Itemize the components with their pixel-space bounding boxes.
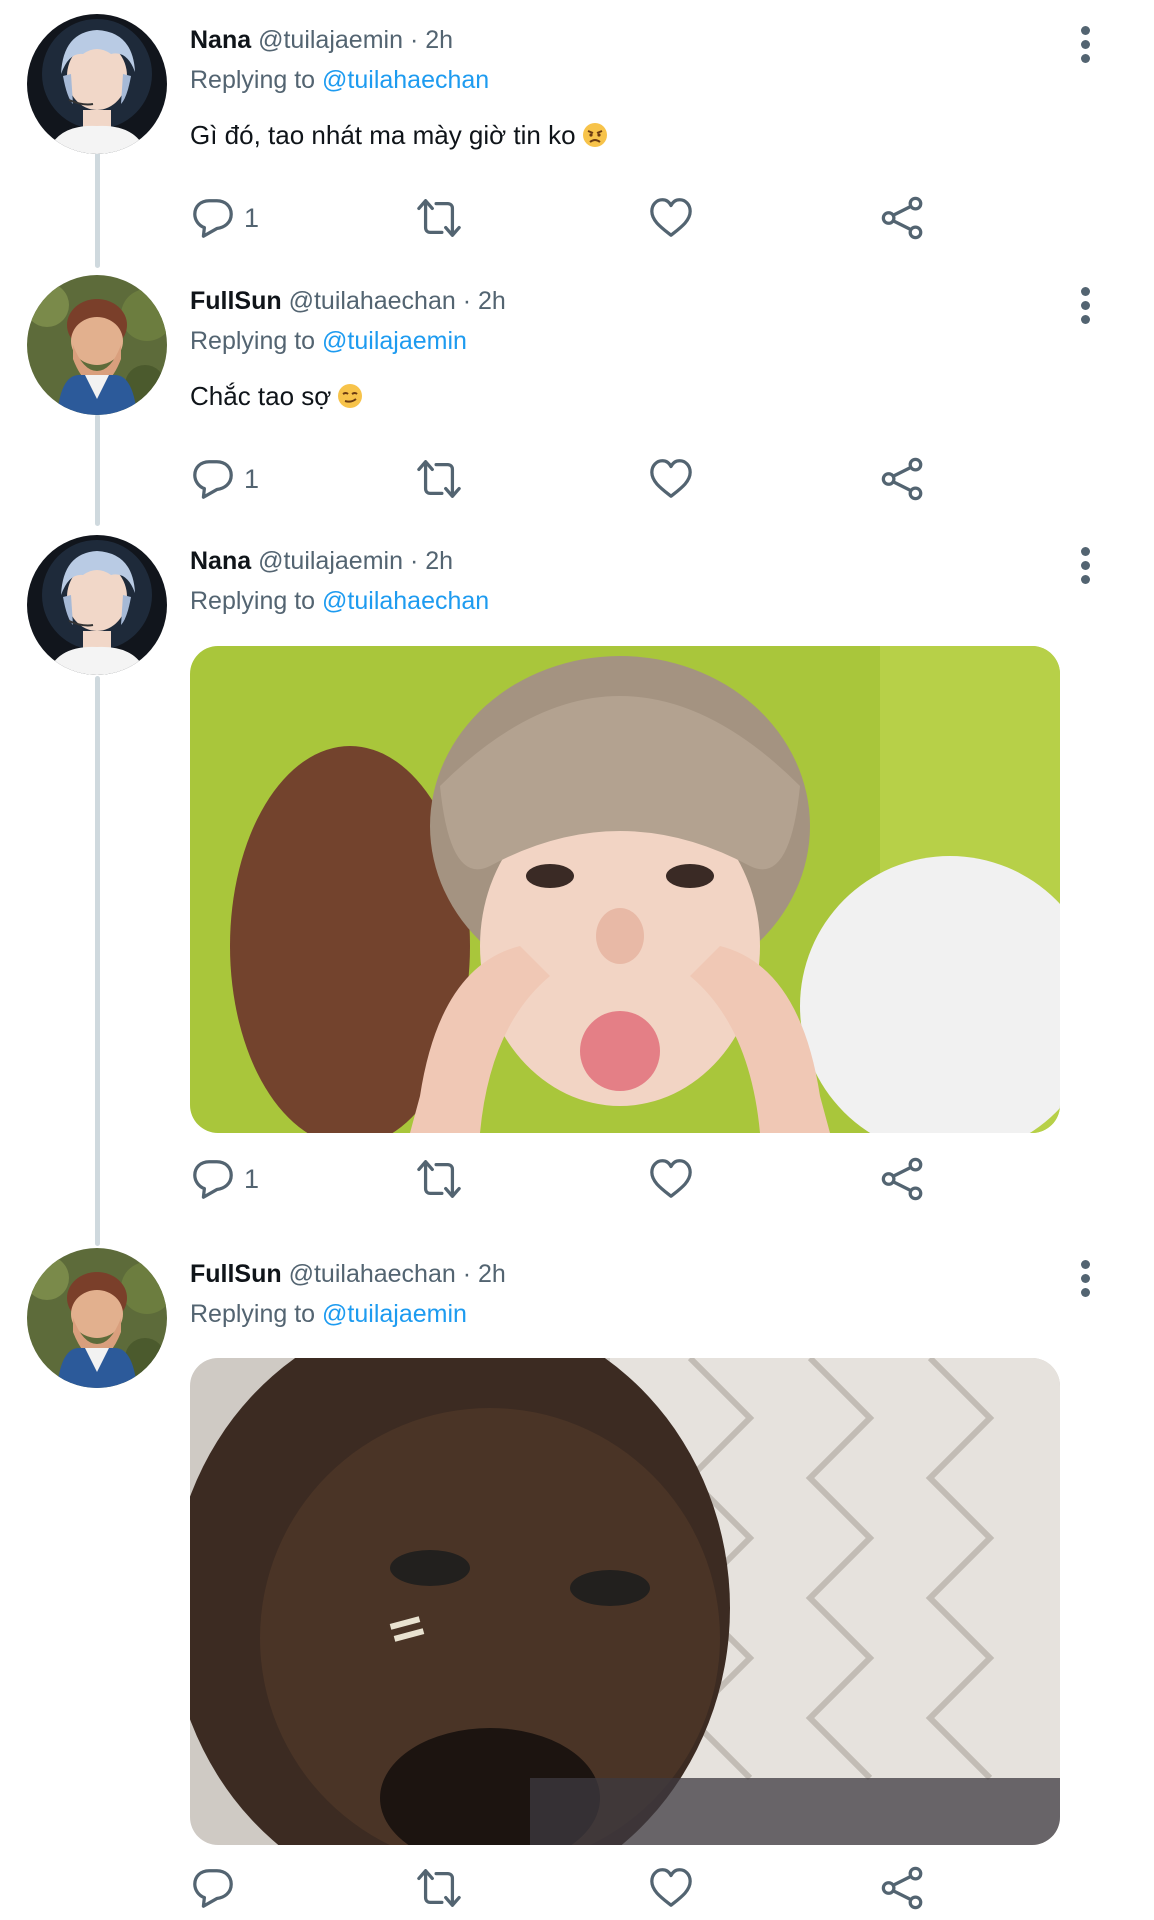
- funny-face-photo[interactable]: [190, 646, 1060, 1133]
- tweet-actions: 1: [190, 190, 950, 250]
- tweet-actions: [190, 1860, 950, 1920]
- author-name[interactable]: Nana: [190, 547, 251, 575]
- replying-handle-link[interactable]: @tuilahaechan: [322, 66, 489, 94]
- reply-button[interactable]: 1: [190, 1151, 259, 1207]
- timestamp[interactable]: · 2h: [463, 287, 506, 315]
- share-icon: [880, 456, 926, 502]
- smirking-face-emoji: [338, 384, 363, 408]
- author-name[interactable]: Nana: [190, 26, 251, 54]
- author-handle[interactable]: @tuilajaemin: [258, 547, 403, 575]
- replying-label: Replying to: [190, 327, 316, 355]
- like-icon: [648, 456, 694, 502]
- replying-to: Replying to @tuilahaechan: [190, 64, 489, 96]
- tweet-actions: 1: [190, 1151, 950, 1211]
- more-options-icon[interactable]: [1070, 543, 1100, 589]
- replying-to: Replying to @tuilajaemin: [190, 325, 467, 357]
- like-button[interactable]: [648, 190, 694, 246]
- retweet-icon: [416, 1156, 462, 1202]
- share-icon: [880, 195, 926, 241]
- retweet-button[interactable]: [416, 1860, 462, 1916]
- share-button[interactable]: [880, 1860, 926, 1916]
- hands-on-face-avatar[interactable]: [27, 275, 167, 415]
- author-name[interactable]: FullSun: [190, 1260, 282, 1288]
- replying-to: Replying to @tuilahaechan: [190, 585, 489, 617]
- share-button[interactable]: [880, 451, 926, 507]
- share-button[interactable]: [880, 1151, 926, 1207]
- tweet-text: Gì đó, tao nhát ma mày giờ tin ko: [190, 118, 608, 152]
- reply-icon: [190, 1865, 236, 1911]
- like-icon: [648, 1865, 694, 1911]
- replying-handle-link[interactable]: @tuilahaechan: [322, 587, 489, 615]
- like-button[interactable]: [648, 1151, 694, 1207]
- thread-connector: [95, 414, 100, 526]
- thread-connector: [95, 152, 100, 268]
- tweet-text-content: Chắc tao sợ: [190, 381, 332, 411]
- timestamp[interactable]: · 2h: [463, 1260, 506, 1288]
- reply-button[interactable]: 1: [190, 451, 259, 507]
- replying-to: Replying to @tuilajaemin: [190, 1298, 467, 1330]
- tweet-header: Nana @tuilajaemin · 2h: [190, 24, 453, 56]
- like-button[interactable]: [648, 451, 694, 507]
- like-icon: [648, 195, 694, 241]
- angry-face-emoji: [582, 123, 607, 147]
- author-handle[interactable]: @tuilahaechan: [289, 287, 456, 315]
- replying-label: Replying to: [190, 1300, 316, 1328]
- replying-handle-link[interactable]: @tuilajaemin: [322, 327, 467, 355]
- like-icon: [648, 1156, 694, 1202]
- tweet-text-content: Gì đó, tao nhát ma mày giờ tin ko: [190, 120, 576, 150]
- timestamp[interactable]: · 2h: [410, 26, 453, 54]
- timestamp[interactable]: · 2h: [410, 547, 453, 575]
- reply-count: 1: [244, 463, 260, 494]
- share-icon: [880, 1865, 926, 1911]
- tweet-actions: 1: [190, 451, 950, 511]
- more-options-icon[interactable]: [1070, 22, 1100, 68]
- tweet-header: Nana @tuilajaemin · 2h: [190, 545, 453, 577]
- more-options-icon[interactable]: [1070, 1256, 1100, 1302]
- share-button[interactable]: [880, 190, 926, 246]
- tweet-text: Chắc tao sợ: [190, 379, 363, 413]
- silver-hair-avatar[interactable]: [27, 14, 167, 154]
- tweet-header: FullSun @tuilahaechan · 2h: [190, 1258, 506, 1290]
- reply-icon: [190, 456, 236, 502]
- more-options-icon[interactable]: [1070, 283, 1100, 329]
- reply-button[interactable]: 1: [190, 190, 259, 246]
- author-name[interactable]: FullSun: [190, 287, 282, 315]
- author-handle[interactable]: @tuilajaemin: [258, 26, 403, 54]
- retweet-icon: [416, 195, 462, 241]
- silver-hair-avatar[interactable]: [27, 535, 167, 675]
- retweet-icon: [416, 1865, 462, 1911]
- thread-connector: [95, 676, 100, 1246]
- replying-label: Replying to: [190, 587, 316, 615]
- hands-on-face-avatar[interactable]: [27, 1248, 167, 1388]
- like-button[interactable]: [648, 1860, 694, 1916]
- tweet-header: FullSun @tuilahaechan · 2h: [190, 285, 506, 317]
- replying-handle-link[interactable]: @tuilajaemin: [322, 1300, 467, 1328]
- replying-label: Replying to: [190, 66, 316, 94]
- reply-button[interactable]: [190, 1860, 244, 1916]
- reply-count: 1: [244, 202, 260, 233]
- blurry-crying-selfie-photo[interactable]: [190, 1358, 1060, 1845]
- retweet-icon: [416, 456, 462, 502]
- share-icon: [880, 1156, 926, 1202]
- author-handle[interactable]: @tuilahaechan: [289, 1260, 456, 1288]
- reply-count: 1: [244, 1163, 260, 1194]
- reply-icon: [190, 1156, 236, 1202]
- retweet-button[interactable]: [416, 451, 462, 507]
- retweet-button[interactable]: [416, 190, 462, 246]
- retweet-button[interactable]: [416, 1151, 462, 1207]
- reply-icon: [190, 195, 236, 241]
